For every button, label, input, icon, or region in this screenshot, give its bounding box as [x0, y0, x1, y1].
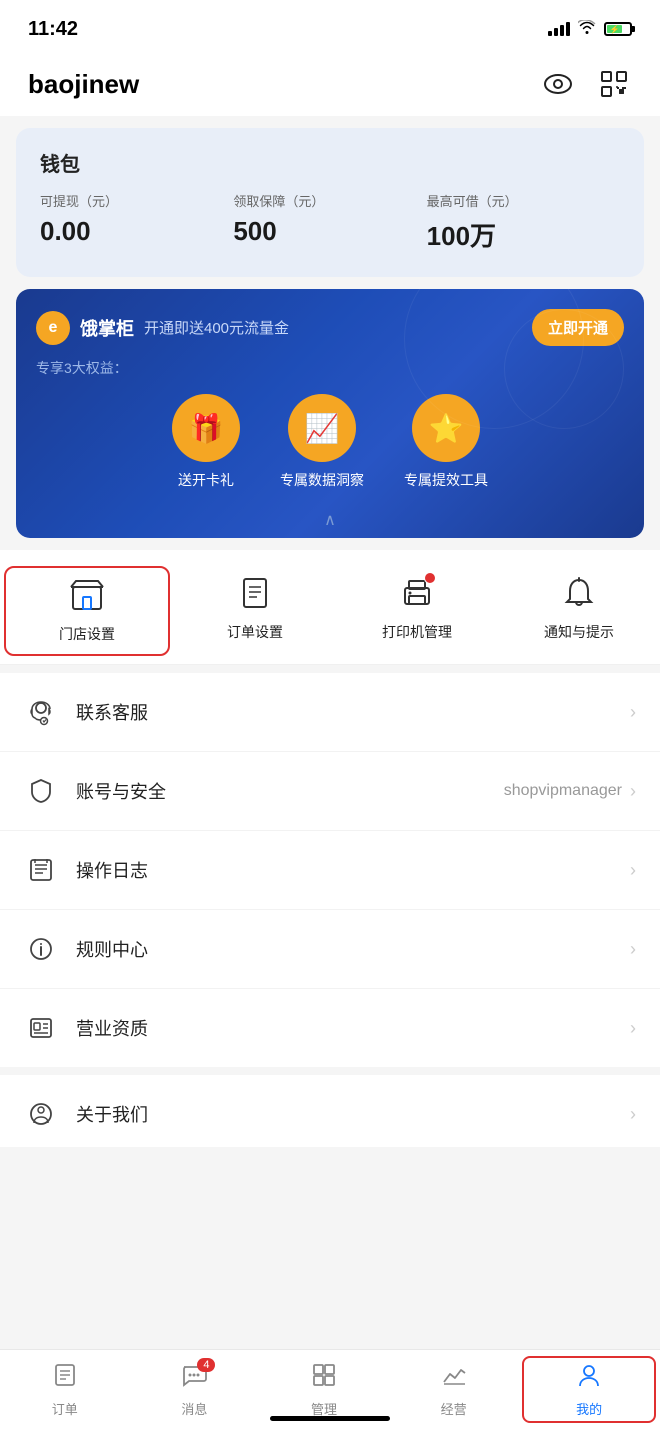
wallet-title: 钱包: [40, 148, 620, 177]
promo-brand: 饿掌柜: [80, 315, 134, 341]
menu-arrow-operation-log: ›: [630, 860, 636, 881]
header: baojinew: [0, 52, 660, 116]
home-indicator: [270, 1416, 390, 1421]
header-icons: [540, 66, 632, 102]
printer-badge-dot: [424, 572, 436, 584]
menu-item-operation-log[interactable]: 操作日志 ›: [0, 831, 660, 910]
nav-orders-icon: [52, 1362, 78, 1395]
menu-arrow-account-security: ›: [630, 781, 636, 802]
account-security-icon: [24, 774, 58, 808]
promo-icon-1: 📈 专属数据洞察: [280, 394, 364, 490]
promo-banner[interactable]: e 饿掌柜 开通即送400元流量金 立即开通 专享3大权益： 🎁 送开卡礼 📈 …: [16, 289, 644, 538]
page-title: baojinew: [28, 69, 139, 100]
about-us-icon: [24, 1097, 58, 1131]
quick-actions: 门店设置 订单设置 打印机管理: [0, 550, 660, 665]
menu-value-account-security: shopvipmanager: [504, 782, 622, 800]
wallet-stat-withdrawable: 可提现（元） 0.00: [40, 191, 233, 253]
wallet-stat-max-borrow: 最高可借（元） 100万: [427, 191, 620, 253]
quick-action-printer[interactable]: 打印机管理: [336, 566, 498, 656]
promo-icon-0: 🎁 送开卡礼: [172, 394, 240, 490]
rule-center-icon: [24, 932, 58, 966]
nav-analytics[interactable]: 经营: [389, 1350, 519, 1429]
promo-icon-circle-0: 🎁: [172, 394, 240, 462]
promo-deco2: [504, 309, 624, 429]
wallet-value-2: 100万: [427, 216, 620, 253]
promo-collapse-icon[interactable]: ∧: [36, 510, 624, 538]
operation-log-icon: [24, 853, 58, 887]
nav-analytics-icon: [441, 1362, 467, 1395]
nav-messages-label: 消息: [181, 1399, 207, 1418]
customer-service-icon: [24, 695, 58, 729]
quick-action-store[interactable]: 门店设置: [4, 566, 170, 656]
menu-item-rule-center[interactable]: 规则中心 ›: [0, 910, 660, 989]
wallet-value-0: 0.00: [40, 216, 233, 247]
status-bar: 11:42 ⚡: [0, 0, 660, 52]
quick-action-label-printer: 打印机管理: [382, 622, 452, 642]
notify-icon: [558, 572, 600, 614]
quick-action-label-order: 订单设置: [227, 622, 283, 642]
quick-action-label-notify: 通知与提示: [544, 622, 614, 642]
eye-button[interactable]: [540, 66, 576, 102]
nav-orders-label: 订单: [52, 1399, 78, 1418]
wallet-card: 钱包 可提现（元） 0.00 领取保障（元） 500 最高可借（元） 100万: [16, 128, 644, 277]
menu-item-about-us-partial[interactable]: 关于我们 ›: [0, 1075, 660, 1147]
promo-logo-area: e 饿掌柜 开通即送400元流量金: [36, 311, 289, 345]
quick-action-label-store: 门店设置: [59, 624, 115, 644]
menu-label-rule-center: 规则中心: [76, 936, 622, 962]
menu-label-operation-log: 操作日志: [76, 857, 622, 883]
nav-mine[interactable]: 我的: [522, 1356, 656, 1423]
menu-section: 联系客服 › 账号与安全 shopvipmanager › 操作日志 ›: [0, 673, 660, 1067]
menu-label-account-security: 账号与安全: [76, 778, 504, 804]
nav-messages[interactable]: 4 消息: [130, 1350, 260, 1429]
wifi-icon: [578, 20, 596, 39]
order-icon: [234, 572, 276, 614]
nav-analytics-label: 经营: [441, 1399, 467, 1418]
nav-messages-icon: 4: [181, 1362, 207, 1395]
quick-action-order[interactable]: 订单设置: [174, 566, 336, 656]
nav-orders[interactable]: 订单: [0, 1350, 130, 1429]
store-icon: [66, 574, 108, 616]
menu-label-about-us: 关于我们: [76, 1101, 622, 1127]
wallet-label-2: 最高可借（元）: [427, 191, 620, 210]
menu-item-customer-service[interactable]: 联系客服 ›: [0, 673, 660, 752]
quick-action-notify[interactable]: 通知与提示: [498, 566, 660, 656]
menu-item-account-security[interactable]: 账号与安全 shopvipmanager ›: [0, 752, 660, 831]
wallet-value-1: 500: [233, 216, 426, 247]
menu-arrow-rule-center: ›: [630, 939, 636, 960]
promo-icon-label-0: 送开卡礼: [178, 470, 234, 490]
promo-icon-label-1: 专属数据洞察: [280, 470, 364, 490]
menu-label-business-license: 营业资质: [76, 1015, 622, 1041]
menu-item-business-license[interactable]: 营业资质 ›: [0, 989, 660, 1067]
nav-mine-label: 我的: [576, 1399, 602, 1418]
battery-icon: ⚡: [604, 22, 632, 36]
menu-arrow-about-us: ›: [630, 1104, 636, 1125]
signal-icon: [548, 22, 570, 36]
nav-manage-icon: [311, 1362, 337, 1395]
promo-icon-circle-1: 📈: [288, 394, 356, 462]
printer-icon: [396, 572, 438, 614]
promo-icon-label-2: 专属提效工具: [404, 470, 488, 490]
wallet-label-0: 可提现（元）: [40, 191, 233, 210]
nav-manage-label: 管理: [311, 1399, 337, 1418]
menu-arrow-business-license: ›: [630, 1018, 636, 1039]
wallet-label-1: 领取保障（元）: [233, 191, 426, 210]
scan-button[interactable]: [596, 66, 632, 102]
promo-logo: e: [36, 311, 70, 345]
menu-arrow-customer-service: ›: [630, 702, 636, 723]
status-time: 11:42: [28, 18, 78, 41]
status-icons: ⚡: [548, 20, 632, 39]
messages-badge: 4: [197, 1358, 215, 1372]
nav-mine-icon: [576, 1362, 602, 1395]
wallet-stats: 可提现（元） 0.00 领取保障（元） 500 最高可借（元） 100万: [40, 191, 620, 253]
business-license-icon: [24, 1011, 58, 1045]
wallet-stat-guarantee: 领取保障（元） 500: [233, 191, 426, 253]
promo-desc: 开通即送400元流量金: [144, 317, 289, 338]
menu-label-customer-service: 联系客服: [76, 699, 622, 725]
